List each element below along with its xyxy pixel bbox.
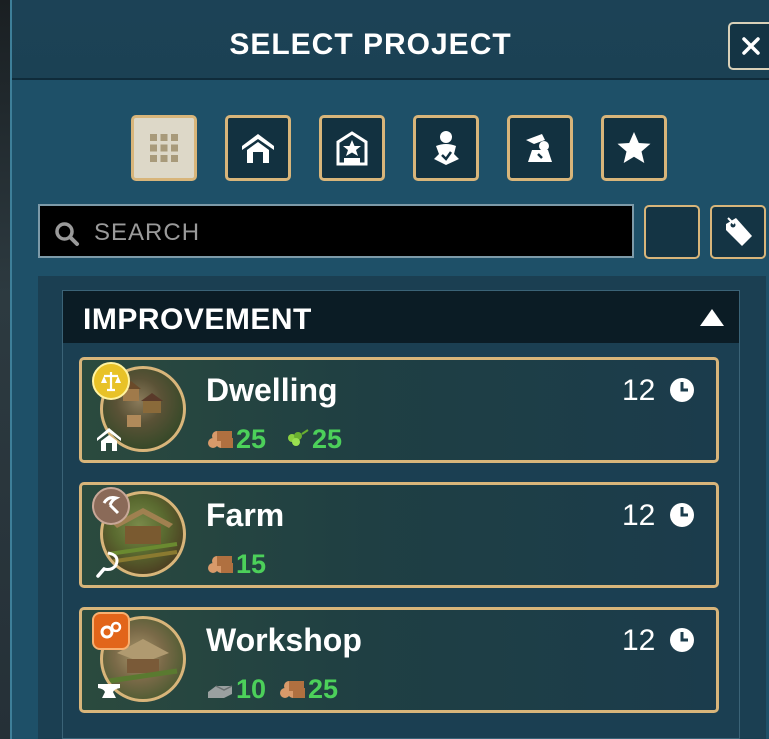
worker-icon (434, 131, 459, 165)
search-icon (55, 222, 79, 246)
guild-icon (336, 131, 368, 166)
sickle-icon (102, 496, 121, 515)
select-project-panel: SELECT PROJECT SEARCH IMPROVEMENT Dwelli… (10, 0, 769, 739)
page-title: SELECT PROJECT (229, 28, 512, 61)
filter-all-button[interactable] (131, 115, 197, 181)
cost-logs: 25 (206, 423, 267, 454)
project-card-workshop[interactable]: Workshop 12 10 25 (79, 607, 719, 713)
panel-header: SELECT PROJECT (12, 0, 769, 80)
filter-favorites-button[interactable] (601, 115, 667, 181)
project-name: Dwelling (206, 372, 338, 408)
grid-icon (150, 134, 178, 162)
cost-value: 15 (236, 548, 267, 579)
cost-value: 25 (308, 673, 339, 704)
clock-icon (670, 628, 694, 652)
cost-logs: 15 (206, 548, 267, 579)
turns-count: 12 (622, 499, 656, 532)
logs-icon (208, 431, 233, 448)
clock-icon (670, 503, 694, 527)
collapse-triangle-icon[interactable] (699, 307, 725, 327)
search-input[interactable] (92, 214, 616, 252)
tag-filter-button[interactable] (710, 205, 766, 259)
project-name: Farm (206, 497, 285, 533)
close-icon (742, 37, 760, 55)
clock-icon (670, 378, 694, 402)
stone-icon (208, 685, 233, 698)
project-list[interactable]: IMPROVEMENT Dwelling 12 25 25 Farm 12 15… (38, 276, 766, 739)
anvil-icon (98, 684, 120, 698)
filter-builder-button[interactable] (507, 115, 573, 181)
tag-icon (726, 217, 752, 246)
sickle-icon (96, 551, 119, 578)
search-bar[interactable] (38, 204, 634, 258)
house-icon (97, 428, 121, 451)
category-badge (92, 487, 130, 525)
project-name: Workshop (206, 622, 362, 658)
project-card-farm[interactable]: Farm 12 15 (79, 482, 719, 588)
gears-icon (100, 621, 122, 639)
turns-count: 12 (622, 624, 656, 657)
builder-icon (526, 134, 552, 162)
category-header[interactable]: IMPROVEMENT (63, 291, 739, 343)
turns-count: 12 (622, 374, 656, 407)
star-icon (617, 132, 651, 163)
logs-icon (208, 556, 233, 573)
cost-logs: 25 (278, 673, 339, 704)
filter-housing-button[interactable] (225, 115, 291, 181)
close-button[interactable] (728, 22, 769, 70)
category-improvement: IMPROVEMENT Dwelling 12 25 25 Farm 12 15… (62, 290, 740, 739)
cost-stone: 10 (206, 673, 267, 704)
cost-value: 25 (236, 423, 267, 454)
cost-value: 10 (236, 673, 267, 704)
project-card-dwelling[interactable]: Dwelling 12 25 25 (79, 357, 719, 463)
scales-icon (101, 372, 121, 392)
filter-checkbox[interactable] (644, 205, 700, 259)
food-icon (288, 429, 309, 446)
filter-worker-button[interactable] (413, 115, 479, 181)
house-icon (242, 134, 274, 163)
category-badge (92, 612, 130, 650)
logs-icon (280, 681, 305, 698)
cost-food: 25 (282, 423, 343, 454)
filter-guild-button[interactable] (319, 115, 385, 181)
category-title: IMPROVEMENT (83, 303, 312, 336)
cost-value: 25 (312, 423, 343, 454)
category-badge (92, 362, 130, 400)
